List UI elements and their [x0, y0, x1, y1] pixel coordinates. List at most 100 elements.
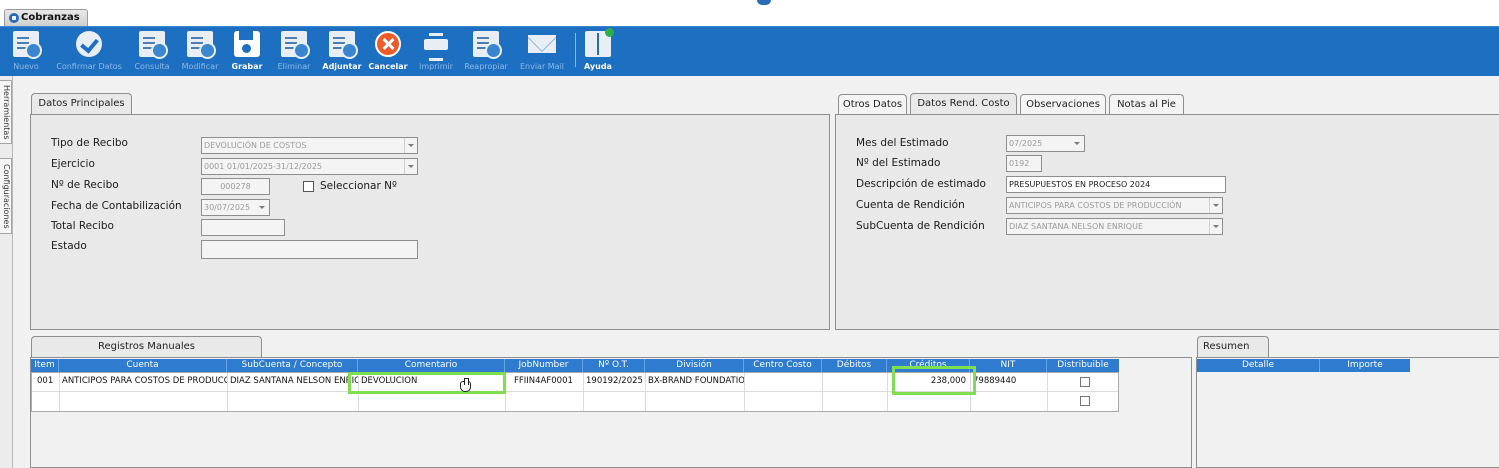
ejercicio-select[interactable]: 0001 01/01/2025-31/12/2025 [201, 158, 418, 175]
distribuible-checkbox[interactable] [1080, 377, 1090, 387]
adjuntar-label: Adjuntar [322, 62, 362, 71]
col-subcuenta[interactable]: SubCuenta / Concepto [227, 359, 358, 372]
col-detalle[interactable]: Detalle [1197, 359, 1320, 372]
highlight-comentario [348, 372, 506, 394]
ayuda-label: Ayuda [584, 62, 612, 71]
fecha-label: Fecha de Contabilización [51, 200, 182, 212]
reapropiar-label: Reapropiar [464, 62, 508, 71]
nro-estimado-field[interactable]: 0192 [1006, 155, 1042, 172]
toolbar-separator [575, 33, 576, 67]
cuenta-rendicion-label: Cuenta de Rendición [856, 199, 965, 211]
cell-debitos[interactable] [823, 374, 887, 389]
tipo-recibo-label: Tipo de Recibo [51, 137, 128, 149]
cell-centro-costo[interactable] [745, 374, 822, 389]
col-cuenta[interactable]: Cuenta [59, 359, 227, 372]
col-jobnumber[interactable]: JobNumber [505, 359, 583, 372]
col-debitos[interactable]: Débitos [822, 359, 887, 372]
side-tab-configuraciones[interactable]: Configuraciones [0, 158, 12, 234]
check-icon [76, 31, 102, 57]
col-centro-costo[interactable]: Centro Costo [744, 359, 822, 372]
col-nit[interactable]: NIT [970, 359, 1047, 372]
tab-datos-principales[interactable]: Datos Principales [31, 93, 132, 115]
cancel-icon [375, 31, 401, 57]
datos-principales-panel [30, 114, 830, 330]
col-ot[interactable]: Nº O.T. [583, 359, 645, 372]
col-distribuible[interactable]: Distribuible [1047, 359, 1119, 372]
grabar-button[interactable]: Grabar [228, 27, 266, 75]
eliminar-button[interactable]: Eliminar [272, 27, 316, 75]
col-importe[interactable]: Importe [1320, 359, 1410, 372]
consulta-button[interactable]: Consulta [130, 27, 174, 75]
window-tab-label: Cobranzas [21, 12, 80, 23]
cell-ot[interactable]: 190192/2025 [584, 374, 645, 389]
desc-estimado-field[interactable]: PRESUPUESTOS EN PROCESO 2024 [1006, 176, 1226, 193]
tab-registros-manuales[interactable]: Registros Manuales [31, 336, 262, 358]
nro-recibo-field[interactable]: 000278 [201, 178, 270, 195]
col-item[interactable]: Item [31, 359, 59, 372]
subcuenta-rendicion-value: DIAZ SANTANA NELSON ENRIQUE [1009, 222, 1143, 231]
col-divider [1047, 373, 1048, 411]
cuenta-rendicion-select[interactable]: ANTICIPOS PARA COSTOS DE PRODUCCIÓN [1006, 197, 1223, 214]
cell-division[interactable]: BX-BRAND FOUNDATION [646, 374, 744, 389]
fecha-field[interactable]: 30/07/2025 [201, 199, 270, 216]
nuevo-button[interactable]: Nuevo [6, 27, 46, 75]
nro-recibo-label: Nº de Recibo [51, 179, 119, 191]
modificar-label: Modificar [181, 62, 219, 71]
top-indicator [757, 0, 771, 5]
mes-label: Mes del Estimado [856, 137, 949, 149]
resumen-panel [1196, 357, 1499, 468]
imprimir-label: Imprimir [418, 62, 454, 71]
resumen-grid-header: Detalle Importe [1197, 359, 1410, 372]
tipo-recibo-value: DEVOLUCIÓN DE COSTOS [204, 141, 307, 150]
total-label: Total Recibo [51, 220, 114, 232]
consulta-label: Consulta [134, 62, 170, 71]
cell-nit[interactable]: 79889440 [971, 374, 1047, 389]
nro-estimado-label: Nº del Estimado [856, 157, 941, 169]
cancelar-label: Cancelar [368, 62, 408, 71]
tab-notas-al-pie[interactable]: Notas al Pie [1109, 94, 1184, 115]
col-comentario[interactable]: Comentario [358, 359, 505, 372]
side-tab-herramientas[interactable]: Herramientas [0, 80, 12, 144]
estado-field[interactable] [201, 240, 418, 259]
mes-select[interactable]: 07/2025 [1006, 135, 1085, 152]
printer-icon [423, 31, 449, 61]
tab-otros-datos[interactable]: Otros Datos [838, 94, 907, 115]
ayuda-button[interactable]: Ayuda [582, 27, 614, 75]
mail-icon [528, 35, 556, 53]
adjuntar-button[interactable]: Adjuntar [320, 27, 364, 75]
cell-subcuenta[interactable]: DIAZ SANTANA NELSON ENRIQ [228, 374, 358, 389]
cuenta-rendicion-value: ANTICIPOS PARA COSTOS DE PRODUCCIÓN [1009, 201, 1182, 210]
desc-estimado-label: Descripción de estimado [856, 178, 986, 190]
eliminar-label: Eliminar [277, 62, 311, 71]
tipo-recibo-select[interactable]: DEVOLUCIÓN DE COSTOS [201, 137, 418, 154]
enviar-mail-button[interactable]: Enviar Mail [516, 27, 568, 75]
imprimir-button[interactable]: Imprimir [414, 27, 458, 75]
window-tab-cobranzas[interactable]: Cobranzas [4, 9, 88, 26]
confirmar-label: Confirmar Datos [56, 62, 122, 71]
new-document-icon [13, 31, 42, 59]
cell-cuenta[interactable]: ANTICIPOS PARA COSTOS DE PRODUCC [60, 374, 227, 389]
mes-value: 07/2025 [1009, 139, 1043, 148]
hand-cursor-icon [460, 378, 471, 392]
cell-jobnumber[interactable]: FFIIN4AF0001 [512, 374, 583, 389]
total-field[interactable] [201, 219, 285, 236]
subcuenta-rendicion-select[interactable]: DIAZ SANTANA NELSON ENRIQUE [1006, 218, 1223, 235]
confirmar-datos-button[interactable]: Confirmar Datos [52, 27, 126, 75]
tab-datos-rend-costo[interactable]: Datos Rend. Costo [910, 93, 1017, 115]
reapropiar-button[interactable]: Reapropiar [460, 27, 512, 75]
subcuenta-rendicion-label: SubCuenta de Rendición [856, 220, 985, 232]
edit-document-icon [187, 31, 216, 59]
cancelar-button[interactable]: Cancelar [366, 27, 410, 75]
modificar-button[interactable]: Modificar [178, 27, 222, 75]
reassign-document-icon [473, 31, 502, 59]
nuevo-label: Nuevo [13, 62, 39, 71]
side-strip: Herramientas Configuraciones [0, 76, 13, 468]
tab-resumen[interactable]: Resumen [1197, 336, 1269, 358]
tab-observaciones[interactable]: Observaciones [1020, 94, 1106, 115]
chevron-down-icon [1071, 136, 1084, 151]
cell-item[interactable]: 001 [35, 374, 59, 389]
chevron-down-icon [256, 200, 269, 215]
distribuible-checkbox-empty-row[interactable] [1080, 396, 1090, 406]
col-division[interactable]: División [645, 359, 744, 372]
seleccionar-checkbox[interactable] [303, 181, 314, 192]
